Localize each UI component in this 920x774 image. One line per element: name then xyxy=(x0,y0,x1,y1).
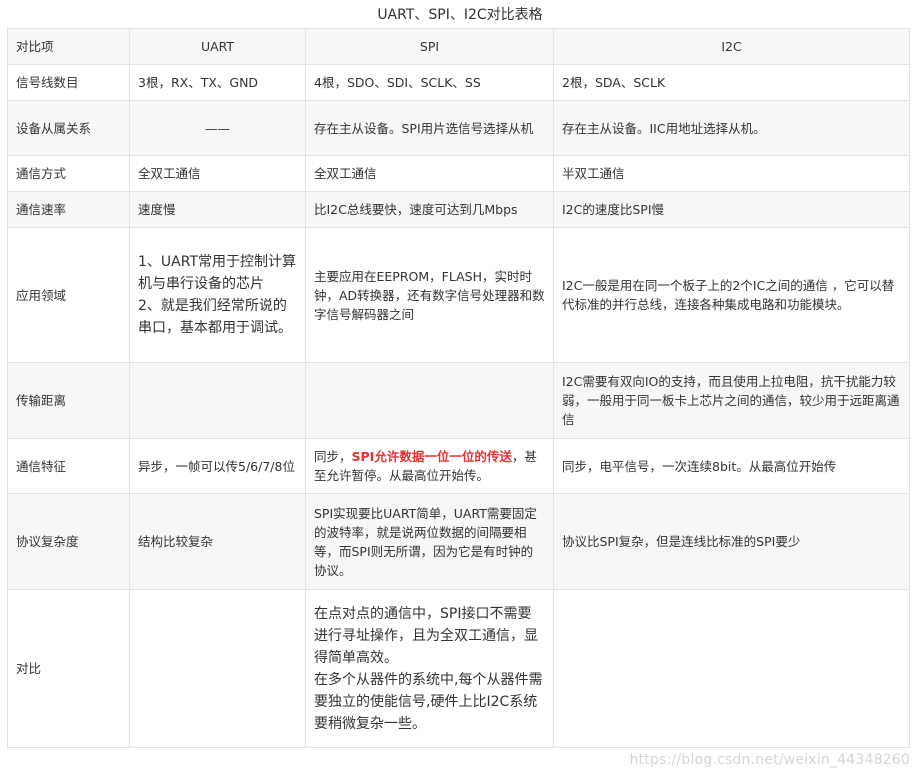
row-label: 对比 xyxy=(7,589,130,748)
row-label: 协议复杂度 xyxy=(7,493,130,590)
cell-i2c: I2C的速度比SPI慢 xyxy=(553,191,910,228)
cell-i2c: 同步，电平信号，一次连续8bit。从最高位开始传 xyxy=(553,438,910,494)
spi-comparison-line-2: 在多个从器件的系统中,每个从器件需要独立的使能信号,硬件上比I2C系统要稍微复杂… xyxy=(314,671,543,732)
cell-uart: 异步，一帧可以传5/6/7/8位 xyxy=(129,438,306,494)
spi-feature-highlight: SPI允许数据一位一位的传送 xyxy=(351,449,512,464)
table-row: 信号线数目 3根，RX、TX、GND 4根，SDO、SDI、SCLK、SS 2根… xyxy=(7,64,910,101)
table-header-row: 对比项 UART SPI I2C xyxy=(7,28,910,65)
header-i2c: I2C xyxy=(553,28,910,65)
table-row: 通信特征 异步，一帧可以传5/6/7/8位 同步，SPI允许数据一位一位的传送，… xyxy=(7,438,910,494)
uart-application-line-1: 1、UART常用于控制计算机与串行设备的芯片 xyxy=(138,254,296,292)
row-label: 应用领域 xyxy=(7,227,130,363)
cell-uart xyxy=(129,362,306,439)
table-row: 对比 在点对点的通信中，SPI接口不需要进行寻址操作，且为全双工通信，显得简单高… xyxy=(7,589,910,748)
cell-spi: 在点对点的通信中，SPI接口不需要进行寻址操作，且为全双工通信，显得简单高效。 … xyxy=(305,589,554,748)
cell-i2c: 2根，SDA、SCLK xyxy=(553,64,910,101)
cell-uart: 1、UART常用于控制计算机与串行设备的芯片 2、就是我们经常所说的串口，基本都… xyxy=(129,227,306,363)
cell-i2c: I2C需要有双向IO的支持，而且使用上拉电阻，抗干扰能力较弱，一般用于同一板卡上… xyxy=(553,362,910,439)
row-label: 信号线数目 xyxy=(7,64,130,101)
cell-uart xyxy=(129,589,306,748)
cell-spi xyxy=(305,362,554,439)
cell-spi: 比I2C总线要快，速度可达到几Mbps xyxy=(305,191,554,228)
spi-feature-prefix: 同步， xyxy=(314,449,352,464)
table-row: 协议复杂度 结构比较复杂 SPI实现要比UART简单，UART需要固定的波特率，… xyxy=(7,493,910,590)
row-label: 通信特征 xyxy=(7,438,130,494)
cell-uart: 速度慢 xyxy=(129,191,306,228)
row-label: 设备从属关系 xyxy=(7,100,130,156)
table-row: 传输距离 I2C需要有双向IO的支持，而且使用上拉电阻，抗干扰能力较弱，一般用于… xyxy=(7,362,910,439)
cell-spi: SPI实现要比UART简单，UART需要固定的波特率，就是说两位数据的间隔要相等… xyxy=(305,493,554,590)
spi-comparison-line-1: 在点对点的通信中，SPI接口不需要进行寻址操作，且为全双工通信，显得简单高效。 xyxy=(314,605,538,666)
header-uart: UART xyxy=(129,28,306,65)
cell-uart: 3根，RX、TX、GND xyxy=(129,64,306,101)
uart-application-line-2: 2、就是我们经常所说的串口，基本都用于调试。 xyxy=(138,298,292,336)
row-label: 传输距离 xyxy=(7,362,130,439)
cell-spi: 4根，SDO、SDI、SCLK、SS xyxy=(305,64,554,101)
cell-i2c: 协议比SPI复杂，但是连线比标准的SPI要少 xyxy=(553,493,910,590)
row-label: 通信速率 xyxy=(7,191,130,228)
table-caption: UART、SPI、I2C对比表格 xyxy=(377,7,543,23)
row-label: 通信方式 xyxy=(7,155,130,192)
header-spi: SPI xyxy=(305,28,554,65)
cell-i2c: 半双工通信 xyxy=(553,155,910,192)
table-row: 通信方式 全双工通信 全双工通信 半双工通信 xyxy=(7,155,910,192)
table-row: 设备从属关系 —— 存在主从设备。SPI用片选信号选择从机 存在主从设备。IIC… xyxy=(7,100,910,156)
header-item: 对比项 xyxy=(7,28,130,65)
cell-uart: 结构比较复杂 xyxy=(129,493,306,590)
watermark: https://blog.csdn.net/weixin_44348260 xyxy=(629,752,910,768)
cell-uart: 全双工通信 xyxy=(129,155,306,192)
cell-i2c: 存在主从设备。IIC用地址选择从机。 xyxy=(553,100,910,156)
cell-spi: 全双工通信 xyxy=(305,155,554,192)
cell-i2c: I2C一般是用在同一个板子上的2个IC之间的通信 ，它可以替代标准的并行总线，连… xyxy=(553,227,910,363)
comparison-table: 对比项 UART SPI I2C 信号线数目 3根，RX、TX、GND 4根，S… xyxy=(7,28,910,748)
table-row: 应用领域 1、UART常用于控制计算机与串行设备的芯片 2、就是我们经常所说的串… xyxy=(7,227,910,363)
cell-i2c xyxy=(553,589,910,748)
cell-uart: —— xyxy=(129,100,306,156)
cell-spi: 同步，SPI允许数据一位一位的传送，甚至允许暂停。从最高位开始传。 xyxy=(305,438,554,494)
cell-spi: 存在主从设备。SPI用片选信号选择从机 xyxy=(305,100,554,156)
cell-spi: 主要应用在EEPROM，FLASH，实时时钟，AD转换器，还有数字信号处理器和数… xyxy=(305,227,554,363)
table-row: 通信速率 速度慢 比I2C总线要快，速度可达到几Mbps I2C的速度比SPI慢 xyxy=(7,191,910,228)
